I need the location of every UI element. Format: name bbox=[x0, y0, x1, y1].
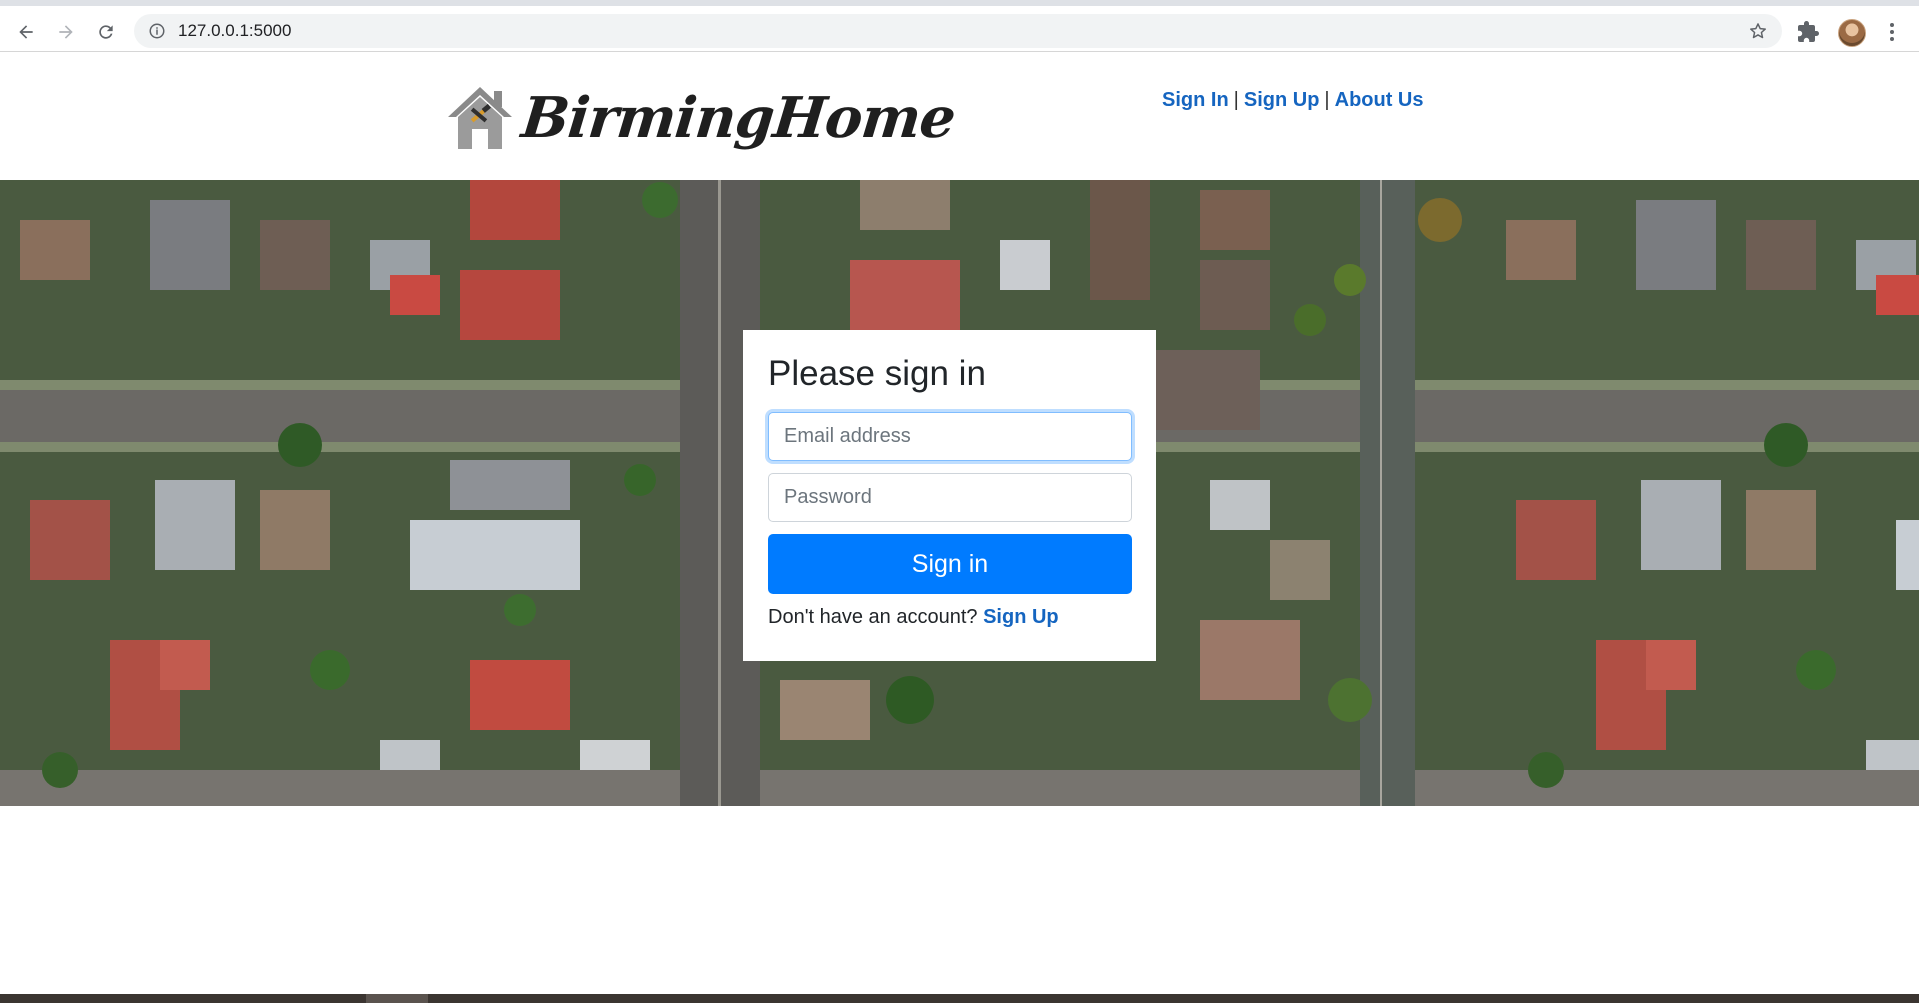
nav-separator: | bbox=[1324, 89, 1330, 111]
site-header: BirmingHome Sign In | Sign Up | About Us bbox=[0, 53, 1919, 180]
sign-in-card: Please sign in Sign in Don't have an acc… bbox=[743, 330, 1156, 661]
top-navigation: Sign In | Sign Up | About Us bbox=[1162, 89, 1424, 112]
site-info-icon[interactable] bbox=[148, 22, 166, 40]
os-taskbar bbox=[0, 994, 1919, 1003]
nav-separator: | bbox=[1233, 89, 1239, 111]
signup-prompt: Don't have an account? Sign Up bbox=[768, 606, 1131, 629]
address-bar[interactable]: 127.0.0.1:5000 bbox=[134, 14, 1782, 48]
sign-in-heading: Please sign in bbox=[768, 354, 986, 393]
sign-in-button[interactable]: Sign in bbox=[768, 534, 1132, 594]
signup-link[interactable]: Sign Up bbox=[983, 606, 1059, 628]
password-field[interactable] bbox=[768, 473, 1132, 522]
no-account-text: Don't have an account? bbox=[768, 606, 978, 628]
browser-menu-icon[interactable] bbox=[1880, 20, 1904, 44]
forward-icon[interactable] bbox=[49, 15, 83, 49]
site-logo[interactable]: BirmingHome bbox=[446, 83, 958, 153]
back-icon[interactable] bbox=[9, 15, 43, 49]
nav-sign-up-link[interactable]: Sign Up bbox=[1244, 89, 1320, 111]
browser-toolbar: 127.0.0.1:5000 bbox=[0, 6, 1919, 52]
email-field[interactable] bbox=[768, 412, 1132, 461]
profile-avatar[interactable] bbox=[1838, 19, 1866, 47]
extensions-puzzle-icon[interactable] bbox=[1796, 20, 1820, 44]
nav-sign-in-link[interactable]: Sign In bbox=[1162, 89, 1229, 111]
nav-about-us-link[interactable]: About Us bbox=[1335, 89, 1424, 111]
address-url[interactable]: 127.0.0.1:5000 bbox=[178, 21, 291, 41]
taskbar-item[interactable] bbox=[366, 994, 428, 1003]
reload-icon[interactable] bbox=[89, 15, 123, 49]
logo-text: BirmingHome bbox=[518, 85, 959, 151]
house-tools-icon bbox=[448, 87, 512, 149]
bookmark-star-icon[interactable] bbox=[1748, 21, 1768, 41]
